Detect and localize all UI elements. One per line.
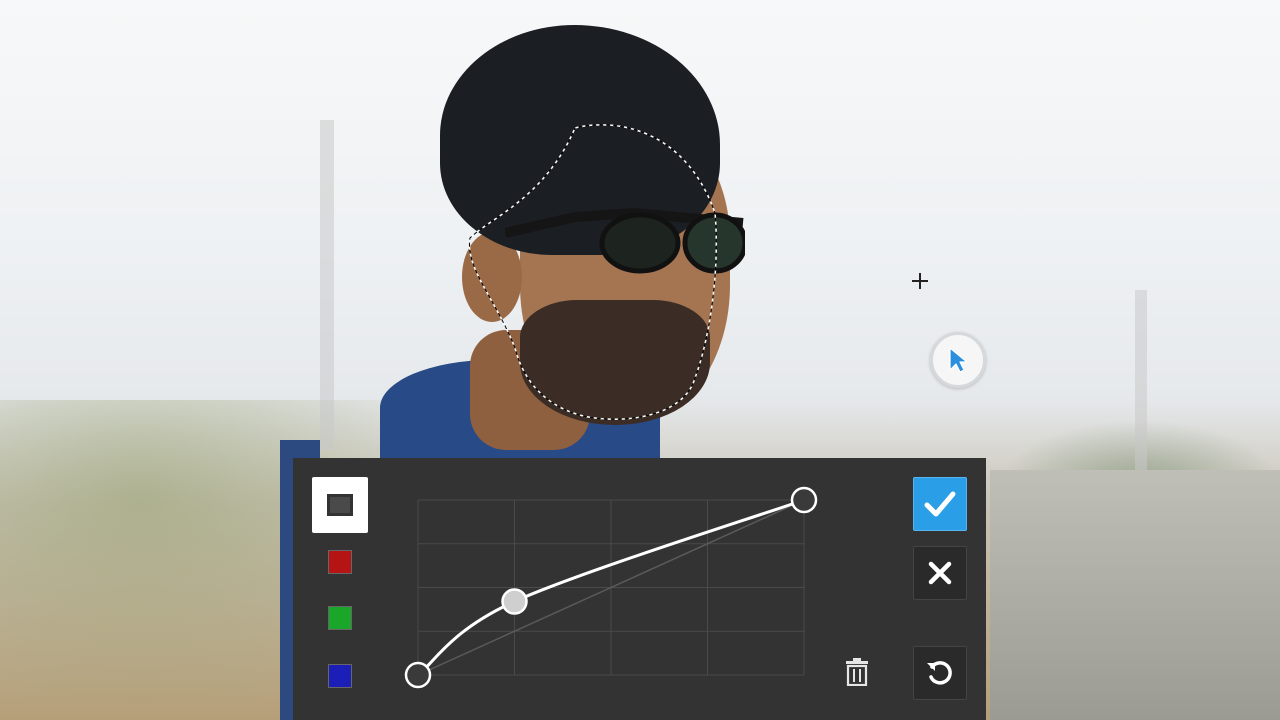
cursor-tool-badge[interactable] [930, 332, 986, 388]
channel-red-button[interactable] [312, 534, 368, 590]
curve-control-point[interactable] [501, 588, 528, 615]
trash-icon [846, 658, 868, 686]
reset-button[interactable] [913, 646, 967, 700]
reset-icon [927, 661, 952, 685]
checkmark-icon [924, 491, 956, 517]
apply-button[interactable] [913, 477, 967, 531]
selection-marquee [468, 124, 718, 420]
curve-control-point[interactable] [790, 486, 818, 514]
blurred-road [990, 470, 1280, 720]
channel-green-button[interactable] [312, 590, 368, 646]
utility-pole [1135, 290, 1147, 470]
rgb-channel-icon [327, 494, 353, 516]
channel-blue-button[interactable] [312, 648, 368, 704]
curve-graph[interactable] [404, 486, 820, 689]
close-icon [928, 561, 952, 585]
red-channel-swatch [328, 550, 352, 574]
channel-rgb-button[interactable] [312, 477, 368, 533]
curve-control-point[interactable] [404, 661, 432, 689]
delete-point-button[interactable] [842, 656, 872, 688]
cancel-button[interactable] [913, 546, 967, 600]
blue-channel-swatch [328, 664, 352, 688]
crosshair-cursor [912, 273, 928, 289]
arrow-pointer-icon [949, 347, 968, 373]
green-channel-swatch [328, 606, 352, 630]
utility-pole [320, 120, 334, 450]
